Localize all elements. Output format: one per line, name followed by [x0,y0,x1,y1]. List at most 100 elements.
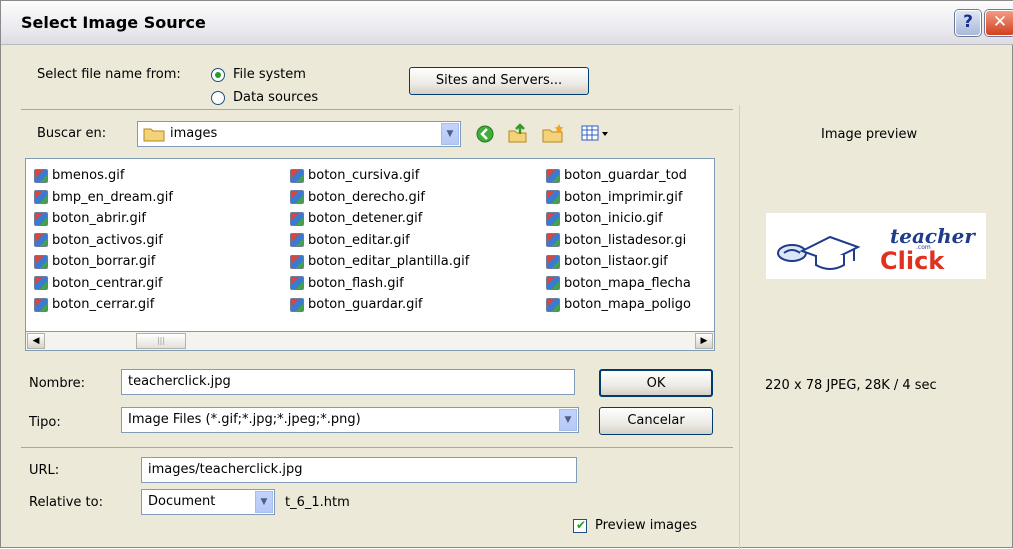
file-system-label: File system [233,67,306,82]
file-name: boton_centrar.gif [52,275,163,291]
file-name: boton_listadesor.gi [564,232,687,248]
list-item[interactable]: boton_centrar.gif [34,273,173,295]
look-in-label: Buscar en: [37,126,107,141]
close-button[interactable]: ✕ [985,10,1013,36]
horizontal-scrollbar[interactable]: ◀ ||| ▶ [25,331,715,351]
preview-divider [739,105,740,549]
image-file-icon [290,190,304,205]
image-file-icon [34,276,48,291]
ok-button[interactable]: OK [599,369,713,397]
name-label: Nombre: [29,376,86,391]
image-file-icon [546,276,560,291]
image-file-icon [290,254,304,269]
file-name: boton_detener.gif [308,211,423,227]
image-file-icon [290,276,304,291]
folder-icon [143,128,165,142]
chevron-down-icon[interactable]: ▼ [559,409,577,431]
file-name: boton_listaor.gif [564,254,668,270]
list-item[interactable]: boton_derecho.gif [290,187,469,209]
teacherclick-logo: teacher .com Click [777,224,976,275]
list-item[interactable]: boton_abrir.gif [34,208,173,230]
file-name: boton_abrir.gif [52,211,146,227]
scroll-right-icon[interactable]: ▶ [695,333,713,349]
data-sources-label: Data sources [233,90,319,105]
file-name: boton_derecho.gif [308,189,425,205]
logo-text-top: teacher [890,224,976,248]
data-sources-radio[interactable] [211,91,225,105]
list-item[interactable]: boton_guardar_tod [546,165,691,187]
list-item[interactable]: boton_cursiva.gif [290,165,469,187]
list-item[interactable]: bmp_en_dream.gif [34,187,173,209]
list-item[interactable]: boton_cerrar.gif [34,294,173,316]
check-icon: ✔ [576,518,587,532]
chevron-down-icon[interactable]: ▼ [255,491,273,513]
image-file-icon [34,190,48,205]
up-folder-icon[interactable] [507,122,529,144]
title-bar: Select Image Source ? ✕ [1,1,1013,45]
file-name: boton_guardar_tod [564,168,687,184]
file-name: boton_guardar.gif [308,297,423,313]
relative-to-label: Relative to: [29,495,103,510]
folder-name: images [170,126,218,141]
image-file-icon [546,168,560,183]
image-file-icon [34,297,48,312]
image-file-icon [546,233,560,248]
list-item[interactable]: boton_borrar.gif [34,251,173,273]
url-label: URL: [29,463,60,478]
look-in-combo[interactable]: images [137,121,461,147]
image-file-icon [546,211,560,226]
list-item[interactable]: boton_flash.gif [290,273,469,295]
image-preview-heading: Image preview [821,127,918,142]
list-item[interactable]: boton_mapa_flecha [546,273,691,295]
image-file-icon [290,168,304,183]
file-name: boton_borrar.gif [52,254,156,270]
image-file-icon [34,254,48,269]
list-item[interactable]: bmenos.gif [34,165,173,187]
file-system-radio[interactable] [211,68,225,82]
file-column-2: boton_cursiva.gif boton_derecho.gif boton_… [290,165,469,316]
list-item[interactable]: boton_listaor.gif [546,251,691,273]
back-icon[interactable] [475,124,495,144]
file-name: boton_activos.gif [52,232,163,248]
image-file-icon [290,211,304,226]
file-name: boton_mapa_poligo [564,297,691,313]
preview-images-checkbox[interactable]: ✔ [573,518,587,533]
list-item[interactable]: boton_listadesor.gi [546,230,691,252]
list-item[interactable]: boton_detener.gif [290,208,469,230]
file-name: boton_editar.gif [308,232,410,248]
new-folder-icon[interactable] [541,122,565,144]
image-file-icon [34,168,48,183]
chevron-down-icon[interactable]: ▼ [441,123,459,145]
help-button[interactable]: ? [955,10,981,36]
list-item[interactable]: boton_editar_plantilla.gif [290,251,469,273]
file-type-select[interactable]: Image Files (*.gif;*.jpg;*.jpeg;*.png) [121,407,579,433]
list-item[interactable]: boton_imprimir.gif [546,187,691,209]
file-list[interactable]: bmenos.gif bmp_en_dream.gif boton_abrir.gi… [25,158,715,332]
list-item[interactable]: boton_guardar.gif [290,294,469,316]
scroll-left-icon[interactable]: ◀ [27,333,45,349]
file-name: boton_inicio.gif [564,211,663,227]
file-column-3: boton_guardar_tod boton_imprimir.gifboton… [546,165,691,316]
list-item[interactable]: boton_activos.gif [34,230,173,252]
list-item[interactable]: boton_inicio.gif [546,208,691,230]
image-file-icon [290,297,304,312]
divider-bottom [21,447,733,448]
url-input[interactable]: images/teacherclick.jpg [141,457,577,483]
scroll-thumb[interactable]: ||| [136,333,186,349]
cancel-button[interactable]: Cancelar [599,407,713,435]
file-name-input[interactable]: teacherclick.jpg [121,369,575,395]
divider-top [21,109,733,110]
image-file-icon [546,254,560,269]
type-label: Tipo: [29,415,61,430]
image-file-icon [546,190,560,205]
image-file-icon [546,297,560,312]
select-image-source-dialog: Select Image Source ? ✕ Select file name… [0,0,1013,549]
sites-and-servers-button[interactable]: Sites and Servers... [409,67,589,95]
list-item[interactable]: boton_mapa_poligo [546,294,691,316]
file-name: bmp_en_dream.gif [52,189,173,205]
list-item[interactable]: boton_editar.gif [290,230,469,252]
view-menu-icon[interactable] [581,124,611,142]
file-name: bmenos.gif [52,168,125,184]
file-name: boton_cerrar.gif [52,297,155,313]
logo-text-bottom: Click [880,247,945,275]
